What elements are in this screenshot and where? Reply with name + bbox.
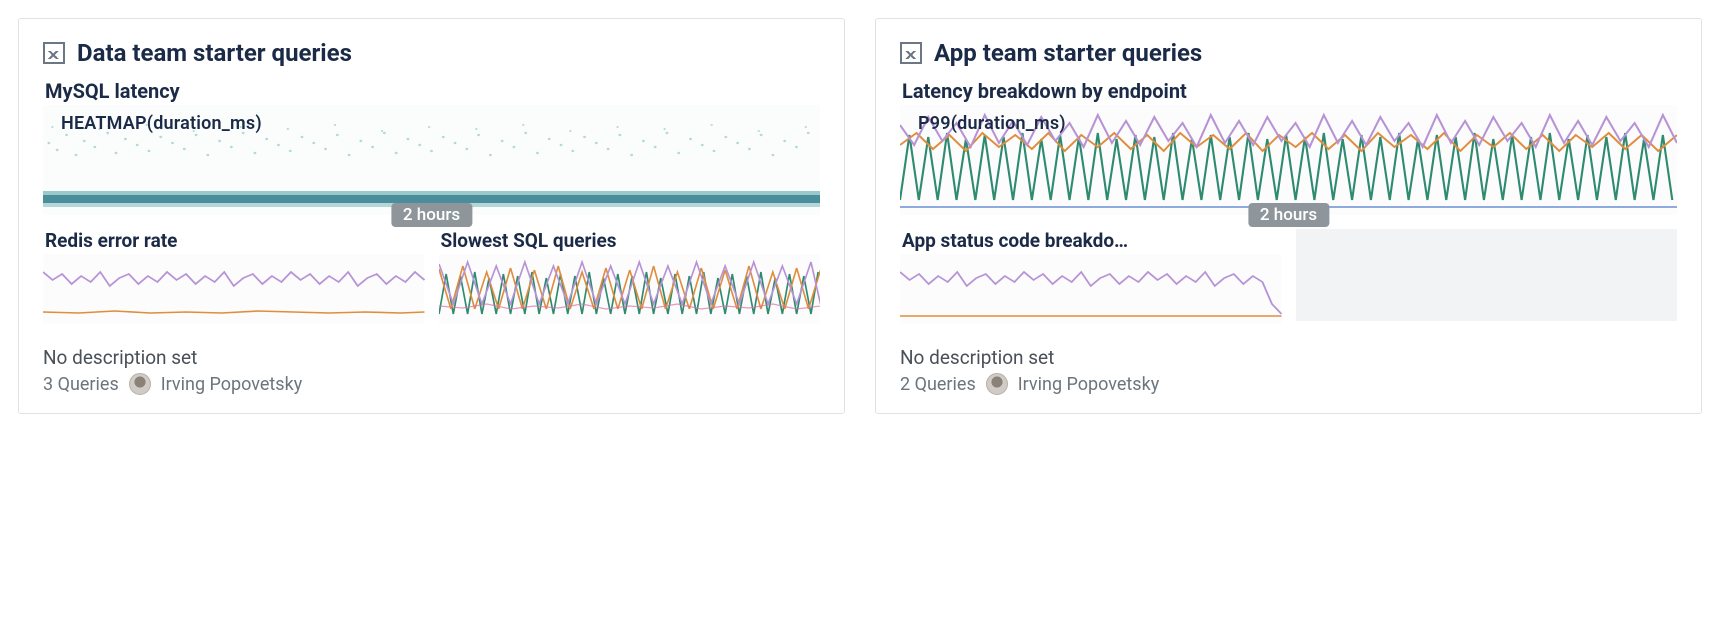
empty-chart-tile xyxy=(1296,229,1678,324)
hero-chart-title: Latency breakdown by endpoint xyxy=(902,79,1677,103)
hero-metric-label: P99(duration_ms) xyxy=(918,113,1066,134)
card-header: Data team starter queries xyxy=(43,39,820,67)
sub-chart-title: App status code breakdo… xyxy=(902,229,1282,252)
chart-svg xyxy=(439,254,821,324)
card-description: No description set xyxy=(900,346,1677,369)
avatar xyxy=(986,373,1008,395)
author-name: Irving Popovetsky xyxy=(161,374,302,395)
board-card[interactable]: App team starter queries Latency breakdo… xyxy=(875,18,1702,414)
time-range-badge: 2 hours xyxy=(1248,203,1329,227)
author-name: Irving Popovetsky xyxy=(1018,374,1159,395)
sub-chart-tile[interactable]: Redis error rate xyxy=(43,229,425,324)
query-count: 3 Queries xyxy=(43,374,119,395)
sub-chart-title: Slowest SQL queries xyxy=(441,229,821,252)
time-range-badge: 2 hours xyxy=(391,203,472,227)
chart-svg xyxy=(900,254,1282,324)
chart-icon xyxy=(43,42,65,64)
card-description: No description set xyxy=(43,346,820,369)
sub-chart-tile[interactable]: Slowest SQL queries xyxy=(439,229,821,324)
card-header: App team starter queries xyxy=(900,39,1677,67)
query-count: 2 Queries xyxy=(900,374,976,395)
card-title: App team starter queries xyxy=(934,39,1202,67)
card-title: Data team starter queries xyxy=(77,39,352,67)
hero-chart-title: MySQL latency xyxy=(45,79,820,103)
sub-chart-title: Redis error rate xyxy=(45,229,425,252)
board-card[interactable]: Data team starter queries MySQL latency … xyxy=(18,18,845,414)
avatar xyxy=(129,373,151,395)
chart-svg xyxy=(43,254,425,324)
hero-chart[interactable]: P99(duration_ms) 2 hours xyxy=(900,105,1677,215)
sub-chart-tile[interactable]: App status code breakdo… xyxy=(900,229,1282,324)
hero-chart[interactable]: HEATMAP(duration_ms) 2 hours xyxy=(43,105,820,215)
chart-icon xyxy=(900,42,922,64)
hero-metric-label: HEATMAP(duration_ms) xyxy=(61,113,262,134)
